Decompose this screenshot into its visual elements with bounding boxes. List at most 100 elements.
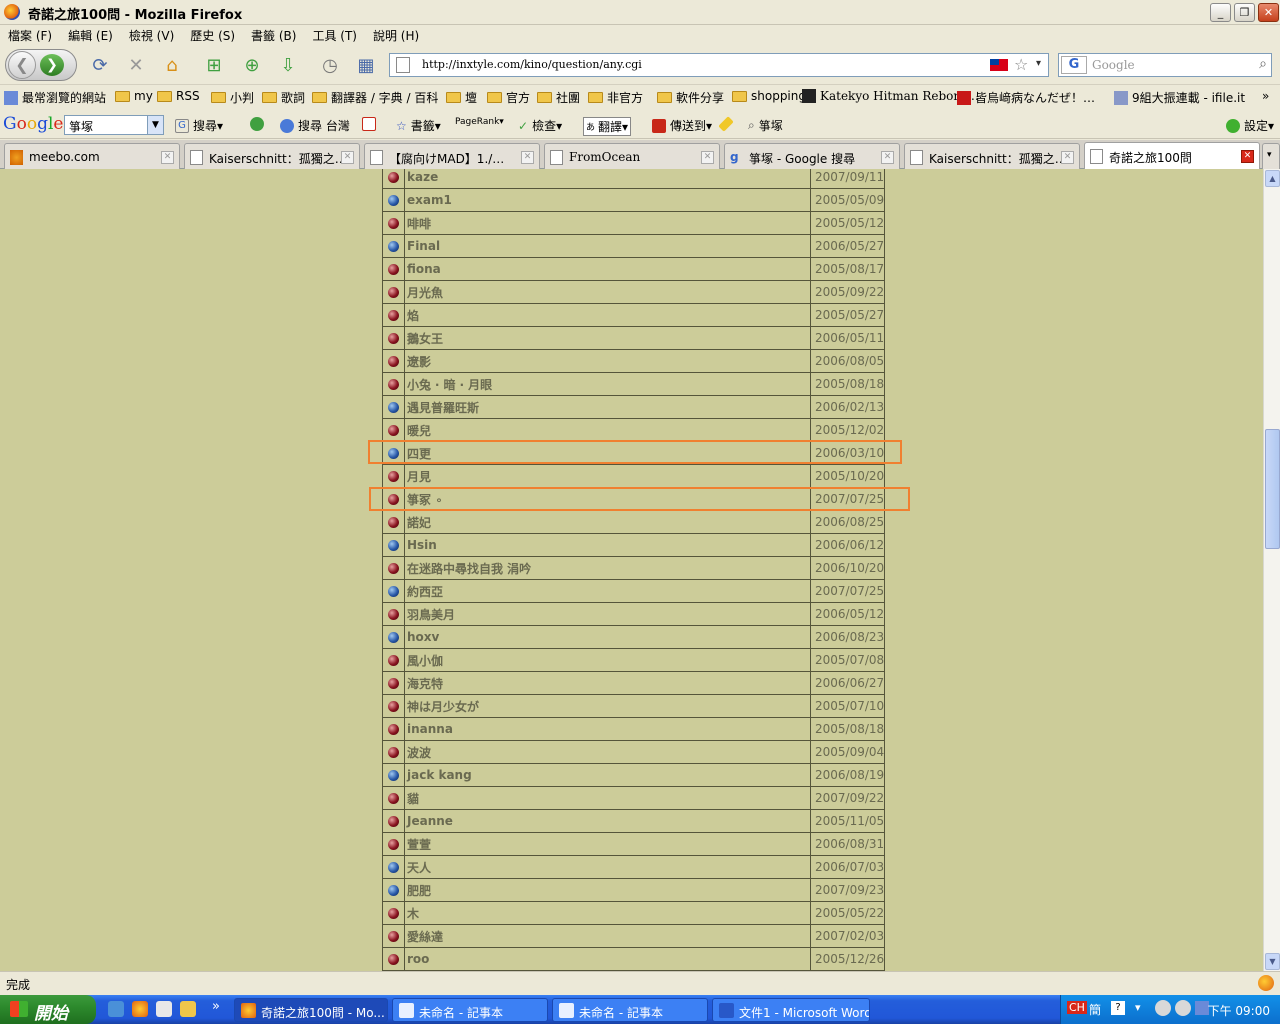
row-name[interactable]: 鵝女王 <box>404 326 811 350</box>
search-taiwan-button[interactable]: 搜尋 台灣 <box>280 117 350 134</box>
scroll-down-arrow-icon[interactable]: ▼ <box>1265 953 1280 970</box>
tray-menu-icon[interactable]: ▾ <box>1135 1001 1141 1014</box>
row-name[interactable]: 萱萱 <box>404 832 811 856</box>
tab-kaiserschnitt-1[interactable]: Kaiserschnitt：孤獨之… ✕ <box>184 143 360 169</box>
page-tools-icon[interactable]: ▦ <box>352 51 380 79</box>
bookmark-folder-forum[interactable]: 壇 <box>446 89 477 106</box>
row-name[interactable]: jack kang <box>404 763 811 787</box>
row-name[interactable]: 海克特 <box>404 671 811 695</box>
row-name[interactable]: Jeanne <box>404 809 811 833</box>
pagerank-indicator[interactable]: PageRank ▾ <box>455 117 504 127</box>
tab-kino-100[interactable]: 奇諾之旅100問 ✕ <box>1084 142 1260 170</box>
google-bookmarks-button[interactable]: ☆ 書籤 ▾ <box>396 117 441 134</box>
row-name[interactable]: 小兔 ‧ 暗 ‧ 月眼 <box>404 372 811 396</box>
scroll-up-arrow-icon[interactable]: ▲ <box>1265 170 1280 187</box>
bookmark-folder-xiaopan[interactable]: 小判 <box>211 89 254 106</box>
task-notepad-1[interactable]: 未命名 - 記事本 <box>392 998 548 1022</box>
menu-view[interactable]: 檢視 (V) <box>121 25 182 46</box>
row-name[interactable]: 遼影 <box>404 349 811 373</box>
bookmark-folder-unofficial[interactable]: 非官方 <box>588 89 643 106</box>
bookmark-reborn[interactable]: Katekyo Hitman Reborn… <box>802 89 979 103</box>
url-dropdown-icon[interactable]: ▾ <box>1036 58 1041 69</box>
google-engine-icon[interactable]: G <box>1061 56 1087 74</box>
row-name[interactable]: 波波 <box>404 740 811 764</box>
bookmark-folder-official[interactable]: 官方 <box>487 89 530 106</box>
quicklaunch-firefox-icon[interactable] <box>132 1001 148 1017</box>
bookmark-folder-my[interactable]: my <box>115 89 153 103</box>
bookmark-folder-translator[interactable]: 翻譯器 / 字典 / 百科 <box>312 89 438 106</box>
menu-tools[interactable]: 工具 (T) <box>304 25 365 46</box>
send-to-button[interactable]: 傳送到 ▾ <box>652 117 712 134</box>
quicklaunch-ie-icon[interactable] <box>108 1001 124 1017</box>
close-button[interactable]: ✕ <box>1258 3 1279 22</box>
row-name[interactable]: 神は月少女が <box>404 694 811 718</box>
row-name[interactable]: 愛絲達 <box>404 924 811 948</box>
bookmark-star-icon[interactable]: ☆ <box>1014 55 1028 74</box>
tray-forward-icon[interactable] <box>1175 1000 1191 1016</box>
row-name[interactable]: 貓 <box>404 786 811 810</box>
row-name[interactable]: Hsin <box>404 533 811 557</box>
quicklaunch-folder-icon[interactable] <box>180 1001 196 1017</box>
search-icon[interactable]: ⌕ <box>1259 56 1267 72</box>
highlight-term-button[interactable]: ⌕ 箏塚 <box>748 117 783 134</box>
scroll-thumb[interactable] <box>1265 429 1280 549</box>
row-name[interactable]: 諾妃 <box>404 510 811 534</box>
firefox-icon[interactable] <box>4 4 20 20</box>
row-name[interactable]: 遇見普羅旺斯 <box>404 395 811 419</box>
row-name[interactable]: 羽鳥美月 <box>404 602 811 626</box>
menu-history[interactable]: 歷史 (S) <box>182 25 243 46</box>
bookmark-folder-club[interactable]: 社團 <box>537 89 580 106</box>
google-query-dropdown-icon[interactable]: ▼ <box>147 116 163 134</box>
new-tab-icon[interactable]: ⊞ <box>200 51 228 79</box>
reload-icon[interactable]: ⟳ <box>86 51 114 79</box>
bookmark-most-visited[interactable]: 最常瀏覽的網站 <box>4 89 106 106</box>
menu-edit[interactable]: 編輯 (E) <box>60 25 121 46</box>
tab-list-button[interactable]: ▾ <box>1262 143 1280 169</box>
tab-close-icon[interactable]: ✕ <box>881 151 894 164</box>
row-name[interactable]: 月見 <box>404 464 811 488</box>
row-name[interactable]: roo <box>404 947 811 971</box>
spellcheck-button[interactable]: ✓ 檢查 ▾ <box>518 117 562 134</box>
row-name[interactable]: 啡啡 <box>404 211 811 235</box>
google-search-input[interactable]: 箏塚 ▼ <box>64 115 164 135</box>
history-clock-icon[interactable]: ◷ <box>316 51 344 79</box>
task-notepad-2[interactable]: 未命名 - 記事本 <box>552 998 708 1022</box>
tab-close-icon[interactable]: ✕ <box>341 151 354 164</box>
tab-close-icon[interactable]: ✕ <box>521 151 534 164</box>
menu-bookmarks[interactable]: 書籤 (B) <box>243 25 304 46</box>
bookmark-folder-shopping[interactable]: shopping <box>732 89 806 103</box>
row-name[interactable]: 肥肥 <box>404 878 811 902</box>
vertical-scrollbar[interactable]: ▲ ▼ <box>1263 169 1280 971</box>
tab-mad-video[interactable]: 【腐向けMAD】1./… ✕ <box>364 143 540 169</box>
row-name[interactable]: inanna <box>404 717 811 741</box>
task-word[interactable]: 文件1 - Microsoft Word <box>712 998 870 1022</box>
quicklaunch-desktop-icon[interactable] <box>156 1001 172 1017</box>
restore-button[interactable]: ❐ <box>1234 3 1255 22</box>
tab-meebo[interactable]: meebo.com ✕ <box>4 143 180 169</box>
help-icon[interactable]: ? <box>1111 1001 1125 1015</box>
bookmark-folder-lyrics[interactable]: 歌詞 <box>262 89 305 106</box>
stop-icon[interactable]: ✕ <box>122 51 150 79</box>
tab-close-icon[interactable]: ✕ <box>161 151 174 164</box>
google-search-button[interactable]: G 搜尋 ▾ <box>175 117 223 134</box>
row-name[interactable]: Final <box>404 234 811 258</box>
add-bookmark-icon[interactable]: ⊕ <box>238 51 266 79</box>
ime-mode[interactable]: 簡 <box>1089 1001 1101 1018</box>
row-name[interactable]: hoxv <box>404 625 811 649</box>
address-bar[interactable]: http://inxtyle.com/kino/question/any.cgi… <box>389 53 1049 77</box>
download-icon[interactable]: ⇩ <box>274 51 302 79</box>
translate-button[interactable]: あ翻譯 ▾ <box>583 117 632 136</box>
row-name[interactable]: 約西亞 <box>404 579 811 603</box>
highlight-icon[interactable] <box>718 116 734 132</box>
menu-help[interactable]: 說明 (H) <box>365 25 427 46</box>
tab-google-search[interactable]: g 箏塚 - Google 搜尋 ✕ <box>724 143 900 169</box>
row-name[interactable]: 天人 <box>404 855 811 879</box>
tray-back-icon[interactable] <box>1155 1000 1171 1016</box>
bookmark-folder-software[interactable]: 軟件分享 <box>657 89 724 106</box>
bookmark-folder-rss[interactable]: RSS <box>157 89 200 103</box>
tab-close-icon[interactable]: ✕ <box>1241 150 1254 163</box>
tab-fromocean[interactable]: FromOcean ✕ <box>544 143 720 169</box>
row-name[interactable]: 月光魚 <box>404 280 811 304</box>
back-button[interactable]: ❮ <box>8 51 36 79</box>
search-box[interactable]: G Google ⌕ <box>1058 53 1272 77</box>
